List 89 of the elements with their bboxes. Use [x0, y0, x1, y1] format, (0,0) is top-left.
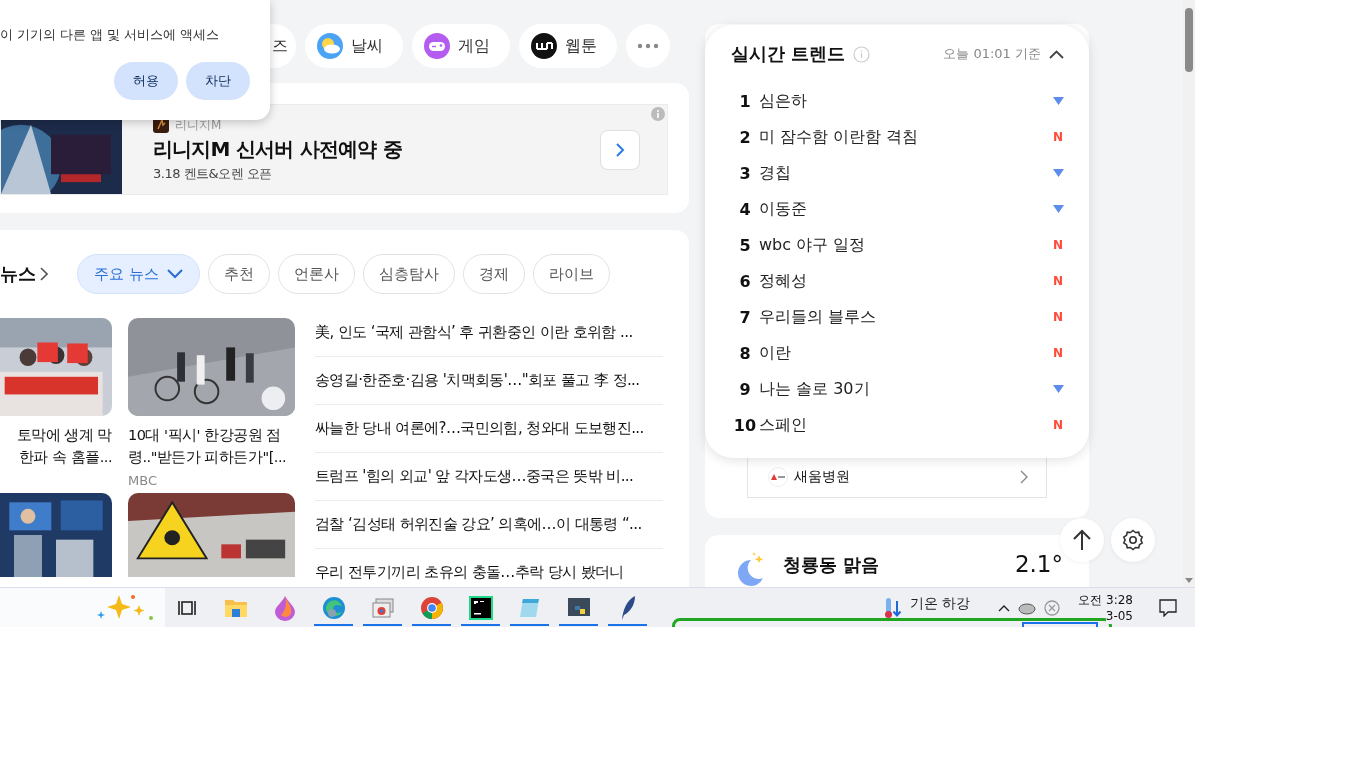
news-tab[interactable]: 언론사	[277, 254, 355, 294]
news-headline[interactable]: 美, 인도 ‘국제 관함식’ 후 귀환중인 이란 호위함 ...	[315, 323, 633, 342]
trend-keyword[interactable]: 이란	[759, 342, 791, 362]
shortcut-button[interactable]: 웹툰	[519, 24, 617, 68]
new-label: N	[1052, 418, 1064, 432]
trend-rank: 3	[738, 163, 752, 183]
news-tab[interactable]: 라이브	[532, 254, 610, 294]
down-triangle-icon	[1053, 385, 1064, 393]
chevron-down-icon	[166, 269, 183, 279]
close-circle-icon[interactable]	[1044, 599, 1061, 616]
down-triangle-icon	[1053, 169, 1064, 177]
settings-icon	[1122, 529, 1144, 551]
weather-title[interactable]: 청룡동 맑음	[783, 553, 999, 577]
scrollbar[interactable]	[1183, 0, 1195, 587]
chevron-right-icon	[615, 141, 625, 158]
trend-rank: 10	[732, 415, 758, 435]
update-time: 오늘 01:01 기준	[943, 45, 1041, 63]
down-triangle-icon	[1053, 205, 1064, 213]
trend-rank: 5	[738, 235, 752, 255]
webtoon-icon	[531, 33, 557, 59]
trend-keyword[interactable]: 나는 솔로 30기	[759, 378, 870, 398]
news-tab[interactable]: 주요 뉴스	[77, 254, 200, 294]
news-tab[interactable]: 경제	[462, 254, 525, 294]
trend-rank: 2	[738, 127, 752, 147]
trend-rank: 7	[738, 307, 752, 327]
news-tab[interactable]: 심층탐사	[362, 254, 455, 294]
scrollbar-thumb[interactable]	[1185, 8, 1193, 72]
news-source: MBC	[128, 473, 157, 488]
cloud-sun-icon	[317, 33, 343, 59]
scroll-top-button[interactable]	[1060, 518, 1104, 562]
news-headline[interactable]: 검찰 ‘김성태 허위진술 강요’ 의혹에…이 대통령 “...	[315, 515, 642, 534]
more-icon	[637, 43, 659, 49]
news-headline[interactable]: 트럼프 '힘의 외교' 앞 각자도생…중국은 뜻밖 비...	[315, 467, 634, 486]
trend-keyword[interactable]: 우리들의 블루스	[759, 306, 877, 326]
chevron-right-icon	[1020, 470, 1028, 484]
new-label: N	[1052, 310, 1064, 324]
new-label: N	[1052, 346, 1064, 360]
temperature: 2.1°	[1014, 551, 1063, 577]
more-button[interactable]	[626, 24, 670, 68]
trend-keyword[interactable]: 경칩	[759, 162, 791, 182]
chevron-right-icon[interactable]	[40, 267, 48, 281]
news-caption[interactable]: 토막에 생계 막 한파 속 홈플...	[0, 424, 112, 468]
news-tab[interactable]: 추천	[207, 254, 270, 294]
news-headline[interactable]: 우리 전투기끼리 초유의 충돌…추락 당시 봤더니	[315, 563, 624, 582]
pycharm-icon	[468, 595, 493, 620]
trend-keyword[interactable]: 심은하	[759, 90, 807, 110]
hospital-logo-icon	[768, 467, 788, 487]
trend-keyword[interactable]: 스페인	[759, 414, 807, 434]
trend-rank: 9	[738, 379, 752, 399]
chrome-icon	[419, 595, 444, 620]
trend-rank: 6	[738, 271, 752, 291]
trend-keyword[interactable]: 정혜성	[759, 270, 807, 290]
shortcut-button[interactable]: 게임	[412, 24, 510, 68]
weather-status[interactable]: 기온 하강	[909, 594, 971, 613]
scroll-down-icon[interactable]	[1185, 578, 1193, 583]
clock-time[interactable]: 오전 3:28	[1078, 591, 1133, 608]
section-title[interactable]: 뉴스	[0, 262, 36, 286]
notification-icon[interactable]	[1159, 598, 1177, 617]
arrow-up-icon	[1072, 529, 1092, 551]
chevron-up-icon[interactable]	[1049, 49, 1064, 59]
down-triangle-icon	[1053, 97, 1064, 105]
new-label: N	[1052, 274, 1064, 288]
trend-rank: 4	[738, 199, 752, 219]
browser-wave-icon	[321, 595, 346, 620]
cloud-icon[interactable]	[1018, 600, 1037, 615]
settings-button[interactable]	[1111, 518, 1155, 562]
trend-rank: 8	[738, 343, 752, 363]
new-label: N	[1052, 130, 1064, 144]
ad-brand: 리니지M	[175, 116, 222, 134]
new-label: N	[1052, 238, 1064, 252]
trend-title: 실시간 트렌드	[731, 42, 846, 66]
allow-button[interactable]: 허용	[114, 62, 178, 100]
next-button[interactable]	[600, 129, 640, 170]
ad-title[interactable]: 리니지M 신서버 사전예약 중	[153, 135, 600, 163]
news-headline[interactable]: 싸늘한 당내 여론에?…국민의힘, 청와대 도보행진...	[315, 419, 644, 438]
block-button[interactable]: 차단	[186, 62, 250, 100]
news-caption[interactable]: 10대 '픽시' 한강공원 점 령.."받든가 피하든가"[...	[128, 424, 295, 468]
trend-keyword[interactable]: wbc 야구 일정	[759, 234, 866, 254]
trend-keyword[interactable]: 미 잠수함 이란함 격침	[759, 126, 919, 146]
permission-message: 이 기기의 다른 앱 및 서비스에 액세스	[0, 27, 219, 44]
ad-subtitle: 3.18 켄트&오렌 오픈	[153, 164, 273, 183]
trend-rank: 1	[738, 91, 752, 111]
shortcut-button[interactable]: 날씨	[305, 24, 403, 68]
trend-keyword[interactable]: 이동준	[759, 198, 807, 218]
paint-drop-icon	[273, 594, 296, 621]
news-headline[interactable]: 송영길·한준호·김용 '치맥회동'…"회포 풀고 李 정...	[315, 371, 640, 390]
windows-stack-icon	[370, 596, 395, 619]
chevron-up-icon[interactable]	[998, 603, 1011, 612]
gamepad-icon	[424, 33, 450, 59]
